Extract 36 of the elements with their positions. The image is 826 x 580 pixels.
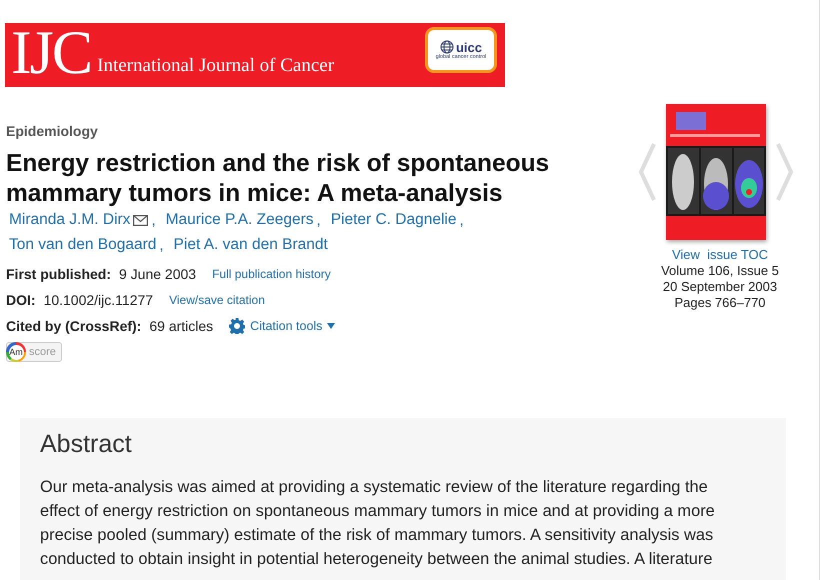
separator: , [316, 212, 321, 228]
meta-label: First published: [6, 266, 111, 282]
meta-link[interactable]: Full publication history [212, 267, 331, 281]
journal-title: International Journal of Cancer [97, 55, 334, 77]
issue-detail: 20 September 2003 [662, 279, 778, 295]
envelope-icon[interactable] [133, 214, 148, 226]
separator: , [151, 212, 156, 228]
separator: , [459, 212, 464, 228]
altmetric-label: score [28, 346, 57, 358]
meta-link[interactable]: View/save citation [169, 293, 265, 307]
citation-tools-menu[interactable]: Citation tools [229, 318, 336, 334]
section-label: Epidemiology [6, 123, 98, 139]
issue-detail: Volume 106, Issue 5 [661, 263, 779, 279]
issue-detail: Pages 766–770 [674, 295, 766, 311]
separator: , [159, 236, 164, 254]
meta-value: 9 June 2003 [119, 266, 196, 282]
altmetric-mark: Am [8, 344, 24, 360]
abstract-heading: Abstract [40, 430, 132, 459]
globe-icon [440, 40, 454, 54]
logo-mark: IJC [11, 25, 92, 81]
caret-icon [327, 323, 336, 329]
gear-icon [229, 318, 246, 334]
author-link[interactable]: Ton van den Bogaard [9, 236, 156, 254]
article-title: Energy restriction and the risk of spontaneous mammary tumors in mice: A meta-analysis [6, 149, 550, 209]
author-link[interactable]: Pieter C. Dagnelie [330, 211, 456, 229]
abstract-text: Our meta-analysis was aimed at providing a systematic review of the literature regarding the effect of energy restriction on spontaneous mammary tumors in mice and at providing a more precise pooled (summary) estimate of the risk of mammary tumors. A sensitivity analysis was conducted to obtain insight in potential heterogeneity between the animal studies. A literature [40, 477, 716, 570]
author-link[interactable]: Maurice P.A. Zeegers [166, 211, 314, 229]
meta-label: DOI: [6, 292, 36, 308]
altmetric-badge[interactable]: Am score [6, 342, 62, 362]
author-link[interactable]: Miranda J.M. Dirx [9, 211, 130, 229]
meta-value: 10.1002/ijc.11277 [44, 292, 154, 308]
meta-value: 69 articles [149, 318, 214, 334]
issue-toc-link[interactable]: View issue TOC [672, 247, 768, 263]
author-link[interactable]: Piet A. van den Brandt [174, 236, 328, 254]
partner-name: uicc [456, 40, 482, 54]
meta-label: Cited by (CrossRef): [6, 318, 142, 334]
